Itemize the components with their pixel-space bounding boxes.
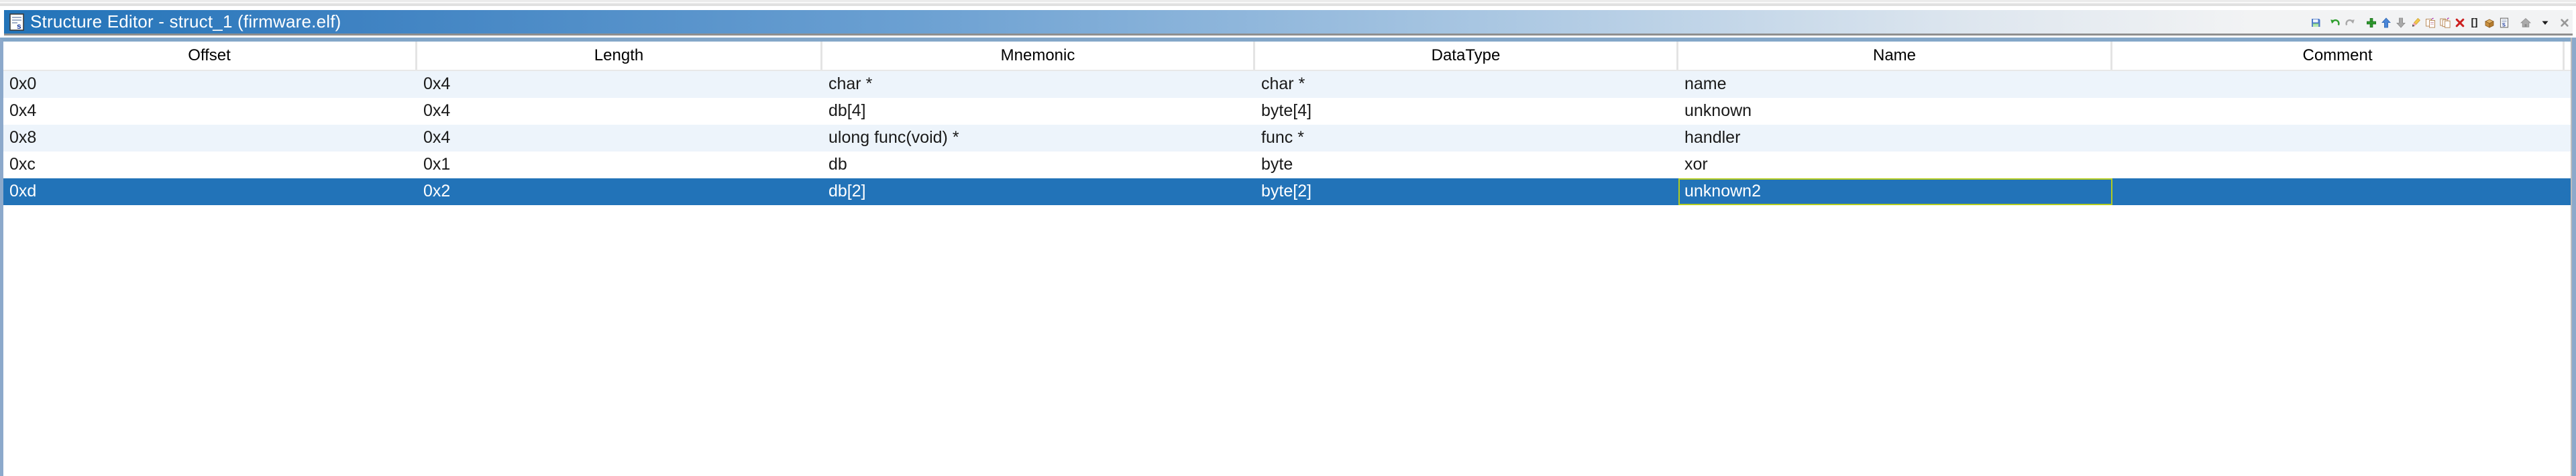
create-array-icon[interactable]: []	[2469, 17, 2480, 29]
cell-comment[interactable]	[2112, 178, 2565, 205]
window-right-edge	[2571, 38, 2576, 476]
edit-component-icon[interactable]: S	[2498, 17, 2510, 29]
titlebar[interactable]: s Structure Editor - struct_1 (firmware.…	[4, 10, 2573, 36]
svg-text:S: S	[2502, 22, 2506, 28]
structure-editor-icon: s	[9, 13, 24, 31]
cell-mnemonic[interactable]: char *	[822, 71, 1255, 98]
move-down-icon[interactable]	[2395, 17, 2406, 29]
duplicate-icon[interactable]	[2424, 17, 2436, 29]
cell-name[interactable]: unknown	[1678, 98, 2112, 125]
cell-mnemonic[interactable]: db[2]	[822, 178, 1255, 205]
structure-editor-window: s Structure Editor - struct_1 (firmware.…	[0, 0, 2576, 476]
cell-length[interactable]: 0x4	[417, 98, 822, 125]
move-up-icon[interactable]	[2380, 17, 2392, 29]
cell-name[interactable]: handler	[1678, 125, 2112, 152]
window-top-edge	[0, 0, 2576, 10]
cell-datatype[interactable]: byte[2]	[1255, 178, 1678, 205]
cell-comment[interactable]	[2112, 71, 2565, 98]
cell-datatype[interactable]: func *	[1255, 125, 1678, 152]
redo-icon[interactable]	[2344, 17, 2355, 29]
column-header-offset[interactable]: Offset	[3, 42, 417, 70]
cell-length[interactable]: 0x4	[417, 71, 822, 98]
column-header-mnemonic[interactable]: Mnemonic	[822, 42, 1255, 70]
close-icon[interactable]	[2559, 17, 2570, 29]
table-row[interactable]: 0xd0x2db[2]byte[2]unknown2	[3, 178, 2576, 205]
cell-mnemonic[interactable]: db	[822, 152, 1255, 178]
window-title: Structure Editor - struct_1 (firmware.el…	[30, 11, 341, 32]
column-header-comment[interactable]: Comment	[2112, 42, 2565, 70]
structure-table-area: OffsetLengthMnemonicDataTypeNameComment …	[0, 38, 2576, 476]
column-header-length[interactable]: Length	[417, 42, 822, 70]
clear-icon[interactable]	[2410, 17, 2421, 29]
cell-offset[interactable]: 0xd	[3, 178, 417, 205]
cell-offset[interactable]: 0x4	[3, 98, 417, 125]
cell-length[interactable]: 0x1	[417, 152, 822, 178]
table-row[interactable]: 0xc0x1dbbytexor	[3, 152, 2576, 178]
cell-name[interactable]: unknown2	[1678, 178, 2112, 205]
cell-datatype[interactable]: byte	[1255, 152, 1678, 178]
cell-offset[interactable]: 0xc	[3, 152, 417, 178]
cell-mnemonic[interactable]: db[4]	[822, 98, 1255, 125]
cell-offset[interactable]: 0x0	[3, 71, 417, 98]
cell-mnemonic[interactable]: ulong func(void) *	[822, 125, 1255, 152]
svg-text:s: s	[17, 21, 21, 31]
cell-name[interactable]: xor	[1678, 152, 2112, 178]
table-row[interactable]: 0x80x4ulong func(void) *func *handler	[3, 125, 2576, 152]
cell-length[interactable]: 0x4	[417, 125, 822, 152]
cell-offset[interactable]: 0x8	[3, 125, 417, 152]
add-icon[interactable]	[2365, 17, 2377, 29]
column-header-name[interactable]: Name	[1678, 42, 2112, 70]
delete-icon[interactable]	[2454, 17, 2465, 29]
table-body[interactable]: 0x00x4char *char *name0x40x4db[4]byte[4]…	[3, 71, 2576, 205]
cell-comment[interactable]	[2112, 98, 2565, 125]
table-row[interactable]: 0x00x4char *char *name	[3, 71, 2576, 98]
cell-datatype[interactable]: byte[4]	[1255, 98, 1678, 125]
cell-comment[interactable]	[2112, 152, 2565, 178]
table-header: OffsetLengthMnemonicDataTypeNameComment	[3, 42, 2576, 71]
undo-icon[interactable]	[2329, 17, 2341, 29]
duplicate-multiple-icon[interactable]	[2439, 17, 2451, 29]
menu-caret-icon[interactable]	[2539, 17, 2551, 29]
column-header-datatype[interactable]: DataType	[1255, 42, 1678, 70]
titlebar-toolbar: [] S	[2306, 10, 2570, 36]
save-icon[interactable]	[2310, 17, 2321, 29]
cell-name[interactable]: name	[1678, 71, 2112, 98]
unpackage-icon[interactable]	[2483, 17, 2495, 29]
cell-datatype[interactable]: char *	[1255, 71, 1678, 98]
home-icon[interactable]	[2520, 17, 2531, 29]
cell-length[interactable]: 0x2	[417, 178, 822, 205]
table-row[interactable]: 0x40x4db[4]byte[4]unknown	[3, 98, 2576, 125]
cell-comment[interactable]	[2112, 125, 2565, 152]
